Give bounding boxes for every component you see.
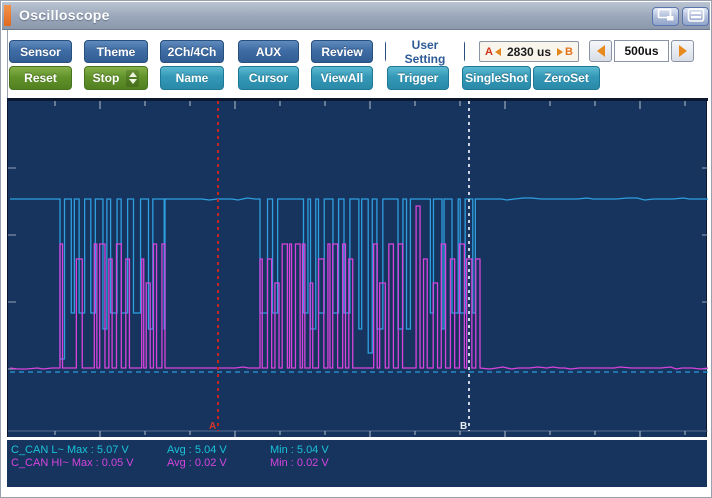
aux-button-label: AUX bbox=[255, 44, 282, 59]
sensor-button-label: Sensor bbox=[20, 44, 61, 59]
reset-button[interactable]: Reset bbox=[9, 66, 72, 90]
channel-1-label: C_CAN L~ bbox=[11, 444, 64, 456]
channel-1-max: Max : 5.07 V bbox=[66, 444, 129, 456]
titlebar[interactable]: Oscilloscope bbox=[2, 2, 710, 30]
stop-spinner-icon[interactable] bbox=[126, 69, 140, 87]
right-arrow-icon bbox=[678, 45, 687, 57]
timebase-value: 500us bbox=[614, 40, 669, 62]
trace-can-l bbox=[10, 197, 708, 360]
channel-2-label: C_CAN HI~ bbox=[11, 457, 69, 469]
measurement-row-can-hi: C_CAN HI~ Max : 0.05 V Avg : 0.02 V Min … bbox=[7, 457, 707, 470]
name-button-label: Name bbox=[175, 71, 209, 85]
channel-1-avg: Avg : 5.04 V bbox=[167, 444, 227, 456]
review-button-label: Review bbox=[321, 44, 363, 59]
trigger-button-label: Trigger bbox=[397, 71, 439, 85]
stop-button-label: Stop bbox=[92, 71, 120, 85]
singleshot-button-label: SingleShot bbox=[465, 71, 528, 85]
maximize-window-icon bbox=[687, 8, 705, 25]
zeroset-button[interactable]: ZeroSet bbox=[533, 66, 600, 90]
waveform-canvas: AB bbox=[8, 98, 708, 437]
user-setting-button-label: User Setting bbox=[386, 36, 464, 67]
timebase-increase-button[interactable] bbox=[671, 40, 694, 62]
channel-2-min: Min : 0.02 V bbox=[270, 457, 329, 469]
waveform-plot-area[interactable]: AB bbox=[7, 98, 708, 437]
cursor-a-plot-label: A bbox=[209, 421, 216, 432]
restore-window-button[interactable] bbox=[652, 7, 679, 26]
review-button[interactable]: Review bbox=[311, 40, 373, 63]
left-arrow-icon bbox=[596, 45, 605, 57]
zeroset-button-label: ZeroSet bbox=[544, 71, 589, 85]
measurement-panel: C_CAN L~ Max : 5.07 V Avg : 5.04 V Min :… bbox=[7, 440, 707, 487]
channel-2-avg: Avg : 0.02 V bbox=[167, 457, 227, 469]
aux-button[interactable]: AUX bbox=[238, 40, 299, 63]
2ch-4ch-button-label: 2Ch/4Ch bbox=[167, 44, 217, 59]
spinner-down-icon bbox=[128, 79, 137, 84]
singleshot-button[interactable]: SingleShot bbox=[462, 66, 531, 90]
theme-button-label: Theme bbox=[96, 44, 136, 59]
theme-button[interactable]: Theme bbox=[84, 40, 148, 63]
plot-top-frame bbox=[8, 98, 708, 101]
sensor-button[interactable]: Sensor bbox=[9, 40, 72, 63]
spinner-up-icon bbox=[128, 72, 137, 77]
window-title: Oscilloscope bbox=[19, 7, 110, 23]
left-frame-line bbox=[7, 30, 8, 98]
cursor-b-label: B bbox=[565, 45, 573, 58]
name-button[interactable]: Name bbox=[160, 66, 224, 90]
maximize-window-button[interactable] bbox=[682, 7, 709, 26]
cursor-button[interactable]: Cursor bbox=[238, 66, 299, 90]
measurement-row-can-l: C_CAN L~ Max : 5.07 V Avg : 5.04 V Min :… bbox=[7, 444, 707, 457]
timebase-decrease-button[interactable] bbox=[589, 40, 612, 62]
reset-button-label: Reset bbox=[24, 71, 57, 85]
2ch-4ch-button[interactable]: 2Ch/4Ch bbox=[160, 40, 224, 63]
cursor-delta-value: 2830 us bbox=[506, 44, 552, 59]
cursor-b-plot-label: B bbox=[460, 421, 467, 432]
cursor-b-arrow-icon bbox=[557, 47, 564, 56]
restore-window-icon bbox=[657, 8, 675, 25]
viewall-button[interactable]: ViewAll bbox=[311, 66, 373, 90]
cursor-button-label: Cursor bbox=[248, 71, 289, 85]
channel-2-max: Max : 0.05 V bbox=[71, 457, 134, 469]
stop-run-button[interactable]: Stop bbox=[84, 66, 148, 90]
oscilloscope-window: Oscilloscope Sensor Theme 2Ch/4Ch AUX Re… bbox=[0, 0, 712, 498]
app-accent-bar bbox=[4, 5, 11, 26]
cursor-a-label: A bbox=[485, 45, 493, 58]
cursor-delta-readout[interactable]: A 2830 us B bbox=[479, 41, 579, 62]
channel-1-min: Min : 5.04 V bbox=[270, 444, 329, 456]
user-setting-button[interactable]: User Setting bbox=[385, 36, 465, 67]
trigger-button[interactable]: Trigger bbox=[387, 66, 449, 90]
viewall-button-label: ViewAll bbox=[320, 71, 364, 85]
